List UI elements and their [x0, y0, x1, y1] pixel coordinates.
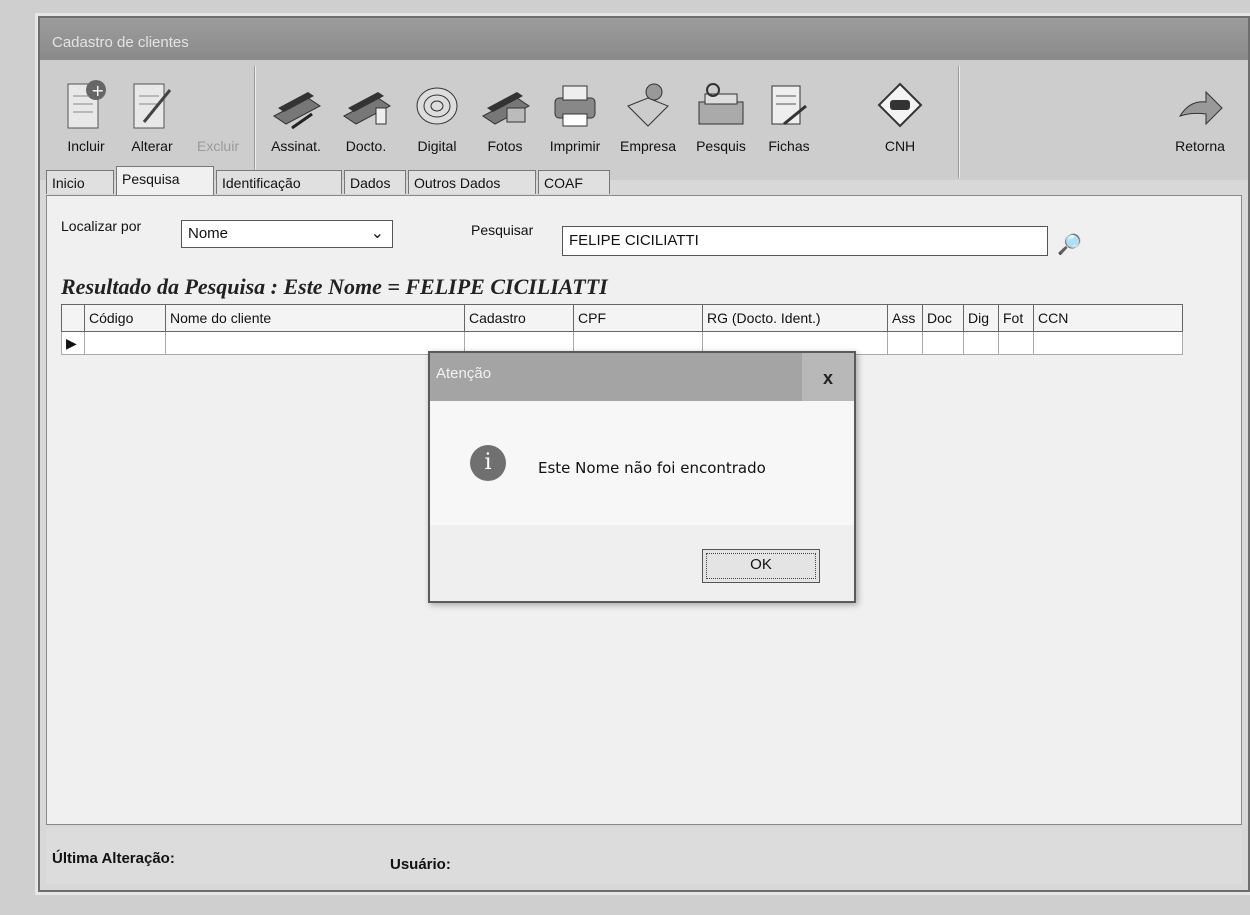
- digital-label: Digital: [417, 138, 457, 154]
- dialog-message: Este Nome não foi encontrado: [538, 459, 766, 477]
- docto-button[interactable]: Docto.: [332, 78, 400, 154]
- tab-outros-dados[interactable]: Outros Dados: [408, 170, 536, 194]
- results-title: Resultado da Pesquisa : Este Nome = FELI…: [61, 274, 608, 299]
- dialog-title: Atenção: [436, 365, 492, 382]
- col-dig[interactable]: Dig: [963, 304, 999, 332]
- col-nome[interactable]: Nome do cliente: [165, 304, 465, 332]
- fichas-label: Fichas: [768, 138, 810, 154]
- cell-doc[interactable]: [922, 331, 964, 355]
- tab-inicio[interactable]: Inicio: [46, 170, 114, 194]
- fingerprint-icon: [416, 87, 458, 125]
- alterar-button[interactable]: Alterar: [124, 78, 180, 154]
- toolbar-separator: [254, 66, 256, 178]
- cnh-button[interactable]: CNH: [870, 78, 930, 154]
- chevron-down-icon: ⌄: [370, 225, 384, 242]
- cell-codigo[interactable]: [84, 331, 166, 355]
- window-title: Cadastro de clientes: [52, 34, 189, 51]
- table-header: Código Nome do cliente Cadastro CPF RG (…: [61, 304, 1183, 332]
- row-marker-header: [61, 304, 85, 332]
- driver-license-icon: [877, 82, 923, 128]
- results-table: Código Nome do cliente Cadastro CPF RG (…: [61, 304, 1183, 355]
- col-codigo[interactable]: Código: [84, 304, 166, 332]
- search-input[interactable]: FELIPE CICILIATTI: [562, 226, 1048, 256]
- cell-dig[interactable]: [963, 331, 999, 355]
- scanner-photo-icon: [482, 92, 530, 125]
- tab-bar: Inicio Pesquisa Identificação Dados Outr…: [46, 166, 1246, 196]
- user-label: Usuário:: [390, 856, 451, 873]
- excluir-label: Excluir: [196, 138, 239, 154]
- cnh-label: CNH: [884, 138, 916, 154]
- title-bar: Cadastro de clientes: [40, 18, 1248, 60]
- toolbar: + Incluir Alterar Excluir Assinat. Docto…: [40, 60, 1248, 180]
- dialog-body: i Este Nome não foi encontrado: [430, 401, 854, 525]
- assinat-button[interactable]: Assinat.: [262, 78, 330, 154]
- imprimir-button[interactable]: Imprimir: [540, 78, 610, 154]
- status-bar: Última Alteração: Usuário:: [46, 828, 1242, 884]
- add-document-icon: +: [67, 80, 106, 129]
- excluir-button[interactable]: Excluir: [190, 78, 246, 154]
- search-records-icon: [698, 83, 744, 125]
- forms-icon: [771, 85, 807, 126]
- tab-identificacao[interactable]: Identificação: [216, 170, 342, 194]
- retorna-button[interactable]: Retorna: [1166, 86, 1234, 154]
- cell-ass[interactable]: [887, 331, 923, 355]
- col-ass[interactable]: Ass: [887, 304, 923, 332]
- tab-pesquisa[interactable]: Pesquisa: [116, 166, 214, 195]
- retorna-label: Retorna: [1175, 138, 1225, 154]
- fotos-label: Fotos: [487, 138, 523, 154]
- locate-value: Nome: [188, 225, 229, 242]
- fichas-button[interactable]: Fichas: [758, 78, 820, 154]
- cell-ccn[interactable]: [1033, 331, 1183, 355]
- toolbar-separator: [958, 66, 960, 178]
- alterar-label: Alterar: [131, 138, 173, 154]
- scanner-document-icon: [343, 92, 391, 125]
- digital-button[interactable]: Digital: [404, 78, 470, 154]
- printer-icon: [554, 85, 596, 127]
- info-icon: i: [470, 445, 506, 481]
- last-change-label: Última Alteração:: [52, 850, 175, 867]
- ok-button[interactable]: OK: [702, 549, 820, 583]
- cell-nome[interactable]: [165, 331, 465, 355]
- empresa-label: Empresa: [619, 138, 677, 154]
- col-rg[interactable]: RG (Docto. Ident.): [702, 304, 888, 332]
- pesquis-label: Pesquis: [696, 138, 746, 154]
- assinat-label: Assinat.: [271, 138, 321, 154]
- empresa-button[interactable]: Empresa: [612, 78, 684, 154]
- scanner-signature-icon: [273, 92, 321, 130]
- tab-dados[interactable]: Dados: [344, 170, 406, 194]
- return-arrow-icon: [1178, 90, 1223, 126]
- search-row: Localizar por Nome ⌄ Pesquisar FELIPE CI…: [57, 202, 1233, 257]
- cell-fot[interactable]: [998, 331, 1034, 355]
- svg-text:+: +: [91, 81, 104, 100]
- col-cadastro[interactable]: Cadastro: [464, 304, 574, 332]
- incluir-button[interactable]: + Incluir: [58, 78, 114, 154]
- company-icon: [627, 83, 669, 127]
- dialog-title-bar: Atenção: [430, 353, 854, 401]
- col-doc[interactable]: Doc: [922, 304, 964, 332]
- fotos-button[interactable]: Fotos: [472, 78, 538, 154]
- locate-label: Localizar por: [61, 218, 142, 234]
- locate-select[interactable]: Nome ⌄: [181, 220, 393, 248]
- col-cpf[interactable]: CPF: [573, 304, 703, 332]
- imprimir-label: Imprimir: [549, 138, 601, 154]
- alert-dialog: Atenção x i Este Nome não foi encontrado…: [428, 351, 856, 603]
- col-ccn[interactable]: CCN: [1033, 304, 1183, 332]
- pesquis-button[interactable]: Pesquis: [686, 78, 756, 154]
- close-icon[interactable]: x: [802, 353, 854, 401]
- tab-coaf[interactable]: COAF: [538, 170, 610, 194]
- search-icon[interactable]: 🔎: [1057, 232, 1082, 257]
- delete-document-icon: [196, 78, 240, 132]
- col-fot[interactable]: Fot: [998, 304, 1034, 332]
- incluir-label: Incluir: [67, 138, 105, 154]
- edit-document-icon: [133, 83, 172, 129]
- docto-label: Docto.: [345, 138, 387, 154]
- row-pointer-icon: ▶: [61, 331, 85, 355]
- search-label: Pesquisar: [471, 222, 534, 238]
